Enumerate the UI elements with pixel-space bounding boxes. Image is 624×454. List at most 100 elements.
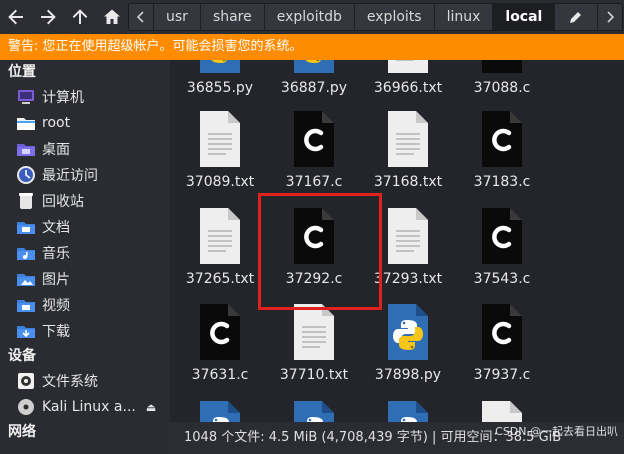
desktop-folder-icon	[16, 140, 36, 158]
sidebar-item-videos[interactable]: 视频	[0, 292, 170, 318]
pencil-icon	[570, 12, 582, 23]
file-name: 37710.txt	[279, 367, 349, 383]
file-name: 36855.py	[186, 80, 254, 96]
sidebar-item-downloads[interactable]: 下载	[0, 318, 170, 344]
file-name: 37168.txt	[373, 174, 443, 190]
path-segment-exploits[interactable]: exploits	[355, 4, 435, 30]
sidebar-item-label: 回收站	[42, 194, 84, 210]
file-name: 37292.c	[285, 271, 343, 287]
c-source-file-icon	[480, 110, 524, 168]
partial-file-item[interactable]	[361, 400, 455, 422]
chevron-right-icon	[607, 11, 615, 23]
file-item-37168-txt[interactable]: 37168.txt	[361, 110, 455, 190]
c-source-file-icon	[198, 303, 242, 361]
home-folder-icon	[16, 114, 36, 132]
file-item-37183-c[interactable]: 37183.c	[455, 110, 549, 190]
python-file-icon	[386, 400, 430, 422]
places-header: 位置	[8, 64, 36, 80]
python-file-icon	[292, 400, 336, 422]
c-source-file-icon	[480, 303, 524, 361]
file-item-37710-txt[interactable]: 37710.txt	[267, 303, 361, 383]
sidebar-item-label: Kali Linux a...	[42, 399, 136, 415]
sidebar-item-label: root	[42, 115, 71, 131]
sidebar-item-label: 文档	[42, 220, 70, 236]
sidebar-item-music[interactable]: 音乐	[0, 240, 170, 266]
file-item-37293-txt[interactable]: 37293.txt	[361, 207, 455, 287]
file-item-36966-txt[interactable]: 36966.txt	[361, 60, 455, 96]
text-file-icon	[386, 60, 430, 74]
file-item-37265-txt[interactable]: 37265.txt	[173, 207, 267, 287]
path-segment-local[interactable]: local	[493, 4, 556, 30]
file-name: 37631.c	[191, 367, 249, 383]
file-item-37089-txt[interactable]: 37089.txt	[173, 110, 267, 190]
chevron-left-icon	[137, 11, 144, 23]
eject-icon[interactable]: ⏏	[146, 401, 156, 414]
computer-icon	[16, 88, 36, 106]
file-name: 37898.py	[374, 367, 442, 383]
file-item-37543-c[interactable]: 37543.c	[455, 207, 549, 287]
forward-button[interactable]	[32, 0, 64, 34]
devices-header: 设备	[8, 348, 36, 364]
file-name: 37089.txt	[185, 174, 255, 190]
back-button[interactable]	[0, 0, 32, 34]
file-item-37292-c[interactable]: 37292.c	[267, 207, 361, 287]
file-name: 37167.c	[285, 174, 343, 190]
path-segment-share[interactable]: share	[201, 4, 265, 30]
file-item-36887-py[interactable]: 36887.py	[267, 60, 361, 96]
sidebar-item-desktop[interactable]: 桌面	[0, 136, 170, 162]
c-source-file-icon	[292, 110, 336, 168]
sidebar-item-label: 文件系统	[42, 374, 98, 390]
sidebar-item-label: 最近访问	[42, 168, 98, 184]
sidebar-item-computer[interactable]: 计算机	[0, 84, 170, 110]
sidebar-item-filesystem[interactable]: 文件系统	[0, 368, 170, 394]
file-name: 37183.c	[473, 174, 531, 190]
partial-file-item[interactable]	[455, 400, 549, 422]
file-name: 37088.c	[473, 80, 531, 96]
path-segment-exploitdb[interactable]: exploitdb	[265, 4, 355, 30]
c-source-file-icon	[480, 60, 524, 74]
sidebar-item-label: 音乐	[42, 246, 70, 262]
trash-icon	[16, 192, 36, 210]
python-file-icon	[386, 303, 430, 361]
file-manager-window: usr share exploitdb exploits linux local…	[0, 0, 624, 454]
partial-file-item[interactable]	[173, 400, 267, 422]
file-item-37631-c[interactable]: 37631.c	[173, 303, 267, 383]
documents-folder-icon	[16, 218, 36, 236]
arrow-up-icon	[72, 9, 88, 24]
sidebar-item-label: 视频	[42, 298, 70, 314]
up-button[interactable]	[64, 0, 96, 34]
sidebar-item-label: 图片	[42, 272, 70, 288]
file-grid: 36855.py 36887.py 36966.txt 37088.c 37089.tx…	[170, 60, 624, 422]
text-file-icon	[198, 207, 242, 265]
root-warning-bar: 警告: 您正在使用超级帐户。可能会损害您的系统。	[0, 34, 624, 60]
c-source-file-icon	[292, 207, 336, 265]
sidebar-item-recent[interactable]: 最近访问	[0, 162, 170, 188]
file-item-37167-c[interactable]: 37167.c	[267, 110, 361, 190]
edit-location-button[interactable]	[555, 4, 599, 30]
sidebar: 位置 计算机 root 桌面 最近访问 回收站 文档 音乐 图片 视频 下载 设…	[0, 60, 170, 454]
path-scroll-left-button[interactable]	[129, 4, 154, 30]
disc-icon	[16, 398, 36, 416]
sidebar-item-pictures[interactable]: 图片	[0, 266, 170, 292]
partial-file-item[interactable]	[267, 400, 361, 422]
arrow-right-icon	[41, 9, 56, 25]
path-scroll-right-button[interactable]	[598, 4, 622, 30]
sidebar-item-kali-disc[interactable]: Kali Linux a... ⏏	[0, 394, 170, 420]
sidebar-item-documents[interactable]: 文档	[0, 214, 170, 240]
path-segment-linux[interactable]: linux	[435, 4, 494, 30]
text-file-icon	[198, 110, 242, 168]
arrow-left-icon	[8, 9, 23, 25]
recent-icon	[16, 166, 36, 184]
sidebar-item-root[interactable]: root	[0, 110, 170, 136]
sidebar-item-label: 计算机	[42, 90, 84, 106]
file-item-37937-c[interactable]: 37937.c	[455, 303, 549, 383]
python-file-icon	[292, 60, 336, 74]
file-item-37088-c[interactable]: 37088.c	[455, 60, 549, 96]
sidebar-item-trash[interactable]: 回收站	[0, 188, 170, 214]
path-bar: usr share exploitdb exploits linux local	[128, 3, 624, 31]
file-item-37898-py[interactable]: 37898.py	[361, 303, 455, 383]
home-button[interactable]	[96, 0, 128, 34]
path-segment-usr[interactable]: usr	[154, 4, 201, 30]
file-item-36855-py[interactable]: 36855.py	[173, 60, 267, 96]
python-file-icon	[198, 60, 242, 74]
